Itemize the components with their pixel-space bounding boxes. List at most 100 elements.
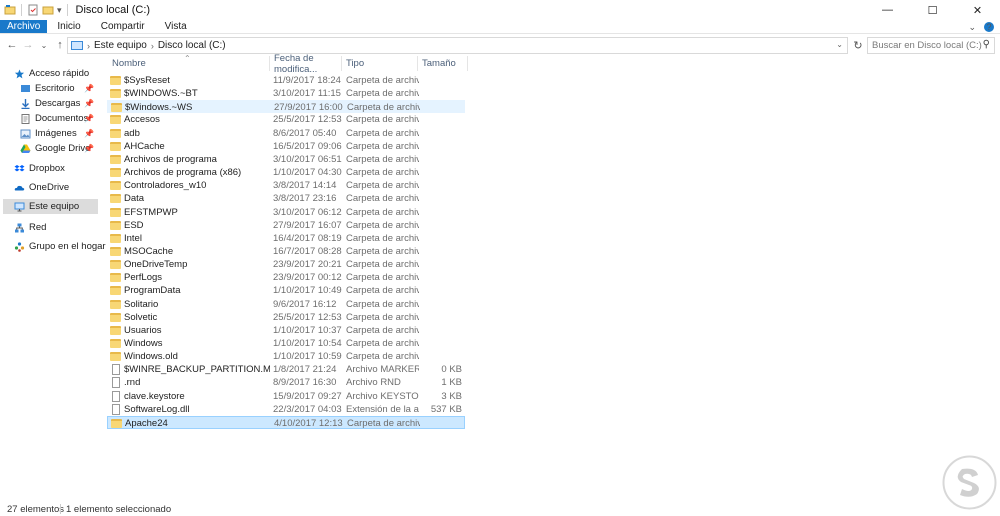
help-icon[interactable]: ?	[984, 22, 994, 32]
file-row[interactable]: Usuarios 1/10/2017 10:37 Carpeta de archiv…	[107, 324, 465, 337]
expand-ribbon-icon[interactable]: ⌄	[968, 22, 976, 33]
qat-customize-icon[interactable]: ▾	[57, 5, 62, 16]
breadcrumb-este-equipo[interactable]: Este equipo	[94, 40, 147, 51]
address-bar[interactable]: › Este equipo › Disco local (C:) ⌄	[67, 37, 848, 54]
refresh-button[interactable]: ↻	[851, 38, 865, 53]
nav-item-grupo-hogar[interactable]: Grupo en el hogar	[14, 239, 106, 254]
file-size	[421, 337, 462, 350]
file-row[interactable]: ProgramData 1/10/2017 10:49 Carpeta de arc…	[107, 284, 465, 297]
file-type: Carpeta de archivos	[346, 153, 419, 165]
nav-item-escritorio[interactable]: Escritorio 📌	[20, 81, 98, 96]
file-size	[421, 298, 462, 311]
column-header-type[interactable]: Tipo	[342, 56, 418, 71]
file-row[interactable]: Data 3/8/2017 23:16 Carpeta de archivos	[107, 192, 465, 205]
column-header-name[interactable]: Nombre	[108, 56, 270, 71]
pin-icon[interactable]: 📌	[84, 144, 94, 153]
back-button[interactable]: ←	[4, 36, 20, 54]
file-size	[421, 192, 462, 205]
file-row[interactable]: $WINDOWS.~BT 3/10/2017 11:15 Carpeta de ar…	[107, 87, 465, 100]
nav-item-este-equipo[interactable]: Este equipo	[3, 199, 98, 214]
file-type: Archivo KEYSTORE	[346, 390, 419, 402]
breadcrumb-disco-local[interactable]: Disco local (C:)	[158, 40, 226, 51]
nav-item-onedrive[interactable]: OneDrive	[14, 180, 98, 195]
file-row[interactable]: Windows 1/10/2017 10:54 Carpeta de archivo…	[107, 337, 465, 350]
column-header-size[interactable]: Tamaño	[418, 56, 468, 71]
pin-icon[interactable]: 📌	[84, 114, 94, 123]
nav-item-documentos[interactable]: Documentos 📌	[20, 111, 98, 126]
file-row[interactable]: MSOCache 16/7/2017 08:28 Carpeta de archiv…	[107, 245, 465, 258]
search-icon[interactable]: ⚲	[983, 39, 990, 50]
pictures-icon	[20, 129, 31, 138]
file-name: ProgramData	[124, 285, 181, 297]
file-row[interactable]: Solvetic 25/5/2017 12:53 Carpeta de archiv…	[107, 311, 465, 324]
nav-item-google-drive[interactable]: Google Drive 📌	[20, 141, 98, 156]
file-row[interactable]: $WINRE_BACKUP_PARTITION.MARKER1/8/2017 2…	[107, 363, 465, 376]
file-row[interactable]: Solitario 9/6/2017 16:12 Carpeta de archiv…	[107, 298, 465, 311]
item-count: 27 elementos	[7, 503, 65, 515]
file-size	[421, 127, 462, 140]
file-row[interactable]: $SysReset 11/9/2017 18:24 Carpeta de archi…	[107, 74, 465, 87]
file-row[interactable]: PerfLogs 23/9/2017 00:12 Carpeta de archiv…	[107, 271, 465, 284]
file-row[interactable]: Intel 16/4/2017 08:19 Carpeta de archivos	[107, 232, 465, 245]
file-row[interactable]: Windows.old 1/10/2017 10:59 Carpeta de arc…	[107, 350, 465, 363]
file-name: Usuarios	[124, 324, 162, 336]
file-type: Carpeta de archivos	[346, 285, 419, 297]
nav-item-dropbox[interactable]: Dropbox	[14, 161, 98, 176]
file-row[interactable]: SoftwareLog.dll 22/3/2017 04:03 Extensión …	[107, 403, 465, 416]
file-name: MSOCache	[124, 245, 174, 257]
file-row[interactable]: adb 8/6/2017 05:40 Carpeta de archivos	[107, 127, 465, 140]
file-row[interactable]: Apache24 4/10/2017 12:13 Carpeta de archiv…	[107, 415, 465, 429]
file-type: Archivo MARKER	[346, 364, 419, 376]
close-button[interactable]: ✕	[955, 0, 1000, 20]
breadcrumb-separator-icon[interactable]: ›	[151, 41, 154, 51]
tab-vista[interactable]: Vista	[155, 20, 197, 33]
breadcrumb-separator-icon[interactable]: ›	[87, 41, 90, 51]
tab-archivo[interactable]: Archivo	[0, 20, 48, 33]
file-type: Carpeta de archivos	[346, 338, 419, 349]
properties-icon[interactable]	[27, 4, 39, 16]
nav-item-descargas[interactable]: Descargas 📌	[20, 96, 98, 111]
file-row[interactable]: clave.keystore 15/9/2017 09:27 Archivo KEY…	[107, 390, 465, 403]
file-row[interactable]: OneDriveTemp 23/9/2017 20:21 Carpeta de ar…	[107, 258, 465, 271]
tab-inicio[interactable]: Inicio	[47, 20, 90, 33]
folder-icon	[110, 325, 121, 335]
file-row[interactable]: AHCache 16/5/2017 09:06 Carpeta de archivo…	[107, 140, 465, 153]
file-date: 1/10/2017 04:30	[273, 167, 342, 179]
folder-icon	[110, 260, 121, 270]
column-header-date[interactable]: Fecha de modifica...	[270, 53, 342, 75]
pin-icon[interactable]: 📌	[84, 129, 94, 138]
forward-button[interactable]: →	[20, 36, 36, 54]
ribbon-right-controls: ⌄ ?	[968, 20, 994, 34]
file-type: Carpeta de archivos	[346, 180, 419, 192]
file-size: 3 KB	[441, 390, 462, 402]
file-row[interactable]: ESD 27/9/2017 16:07 Carpeta de archivos	[107, 219, 465, 232]
file-row[interactable]: $Windows.~WS 27/9/2017 16:00 Carpeta de ar…	[107, 100, 465, 114]
explorer-icon[interactable]	[4, 4, 16, 16]
file-size	[421, 113, 462, 126]
download-icon	[21, 98, 30, 109]
nav-item-imagenes[interactable]: Imágenes 📌	[20, 126, 98, 141]
file-row[interactable]: Archivos de programa 3/10/2017 06:51 Carpe…	[107, 153, 465, 166]
nav-item-label: Este equipo	[29, 201, 80, 212]
pin-icon[interactable]: 📌	[84, 99, 94, 108]
file-date: 27/9/2017 16:00	[274, 102, 343, 114]
tab-compartir[interactable]: Compartir	[91, 20, 155, 33]
file-row[interactable]: Archivos de programa (x86) 1/10/2017 04:3…	[107, 166, 465, 179]
recent-locations-button[interactable]: ⌄	[36, 36, 52, 54]
nav-item-red[interactable]: Red	[14, 220, 98, 235]
file-row[interactable]: EFSTMPWP 3/10/2017 06:12 Carpeta de archiv…	[107, 206, 465, 219]
up-button[interactable]: ↑	[52, 36, 68, 54]
file-size	[421, 258, 462, 271]
file-row[interactable]: .rnd 8/9/2017 16:30 Archivo RND 1 KB	[107, 376, 465, 389]
new-folder-icon[interactable]	[42, 4, 54, 16]
search-input[interactable]: Buscar en Disco local (C:) ⚲	[867, 37, 995, 54]
minimize-button[interactable]: —	[865, 0, 910, 20]
file-row[interactable]: Controladores_w10 3/8/2017 14:14 Carpeta d…	[107, 179, 465, 192]
folder-icon	[110, 273, 121, 283]
address-dropdown-icon[interactable]: ⌄	[836, 40, 843, 49]
file-size: 537 KB	[430, 403, 462, 415]
nav-item-acceso-rapido[interactable]: Acceso rápido	[14, 66, 98, 81]
maximize-button[interactable]: ☐	[910, 0, 955, 20]
pin-icon[interactable]: 📌	[84, 84, 94, 93]
file-row[interactable]: Accesos 25/5/2017 12:53 Carpeta de archivo…	[107, 113, 465, 126]
